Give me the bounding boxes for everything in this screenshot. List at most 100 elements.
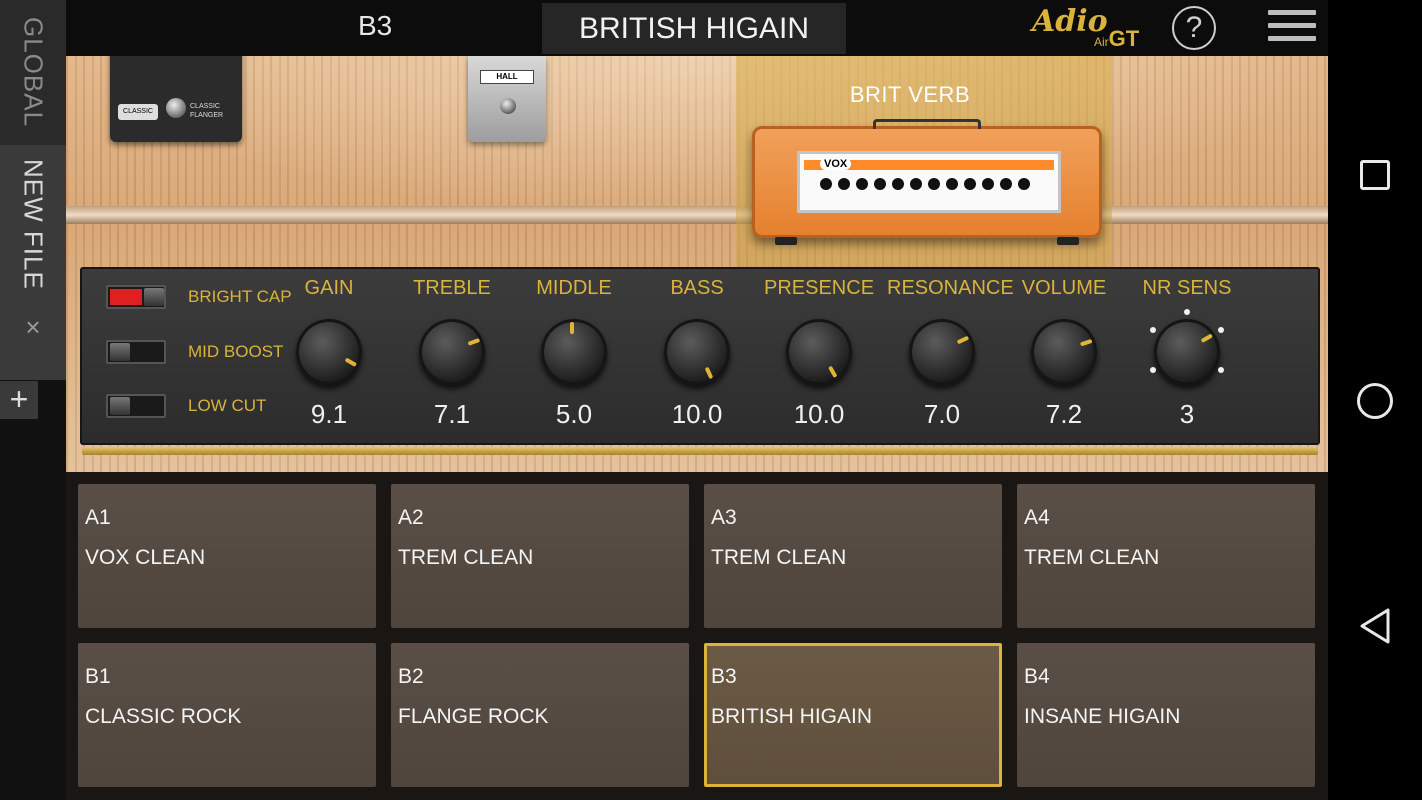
home-icon[interactable]	[1357, 383, 1393, 419]
middle-value: 5.0	[555, 399, 593, 429]
help-button[interactable]: ?	[1172, 6, 1216, 50]
middle-knob[interactable]	[541, 319, 607, 385]
tab-new-file[interactable]: NEW FILE ×	[0, 145, 66, 380]
resonance-label: RESONANCE	[887, 277, 1014, 299]
treble-control: TREBLE 7.1	[397, 273, 507, 441]
preset-id: A1	[85, 506, 111, 529]
preset-name: TREM CLEAN	[1024, 546, 1160, 569]
low-cut-switch[interactable]	[106, 394, 166, 418]
amp-brand: VOX	[820, 158, 852, 170]
nr-step-dot	[1218, 327, 1224, 333]
nr-sens-knob[interactable]	[1154, 319, 1220, 385]
volume-value: 7.2	[1045, 399, 1083, 429]
treble-label: TREBLE	[413, 277, 491, 299]
bass-knob[interactable]	[664, 319, 730, 385]
hall-reverb-pedal[interactable]: HALL	[468, 56, 546, 142]
preset-name: INSANE HIGAIN	[1024, 705, 1181, 728]
volume-control: VOLUME 7.2	[1009, 273, 1119, 441]
amp-control-panel: BRIGHT CAP MID BOOST LOW CUT GAIN 9.1 TR…	[80, 267, 1320, 455]
nr-sens-control: NR SENS 3	[1132, 273, 1242, 441]
side-tab-bar: GLOBAL NEW FILE × +	[0, 0, 66, 800]
preset-name: TREM CLEAN	[711, 546, 847, 569]
preset-name-field[interactable]: BRITISH HIGAIN	[542, 3, 846, 54]
preset-cell-b1[interactable]: B1 CLASSIC ROCK	[78, 643, 376, 787]
preset-cell-a2[interactable]: A2 TREM CLEAN	[391, 484, 689, 628]
preset-id: B1	[85, 665, 111, 688]
nr-step-dot	[1150, 367, 1156, 373]
treble-value: 7.1	[433, 399, 471, 429]
menu-icon[interactable]	[1268, 10, 1316, 50]
logo-air: Air	[1094, 35, 1109, 49]
hall-knob-icon	[500, 98, 516, 114]
preset-id: B3	[711, 665, 737, 688]
presence-value: 10.0	[793, 399, 845, 429]
back-icon[interactable]	[1358, 607, 1392, 645]
presence-control: PRESENCE 10.0	[764, 273, 874, 441]
switch-row-bright-cap: BRIGHT CAP	[106, 285, 292, 309]
presence-knob[interactable]	[786, 319, 852, 385]
preset-cell-b3-selected[interactable]: B3 BRITISH HIGAIN	[704, 643, 1002, 787]
middle-label: MIDDLE	[536, 277, 612, 299]
close-icon[interactable]: ×	[25, 312, 40, 343]
middle-control: MIDDLE 5.0	[519, 273, 629, 441]
bass-control: BASS 10.0	[642, 273, 752, 441]
preset-cell-a4[interactable]: A4 TREM CLEAN	[1017, 484, 1315, 628]
gain-control: GAIN 9.1	[274, 273, 384, 441]
amp-handle	[873, 119, 981, 129]
volume-knob[interactable]	[1031, 319, 1097, 385]
preset-id: B4	[1024, 665, 1050, 688]
amp-faceplate: VOX	[797, 151, 1061, 213]
nr-sens-label: NR SENS	[1142, 277, 1232, 299]
gain-knob[interactable]	[296, 319, 362, 385]
pedal-model-label: CLASSIC FLANGER	[190, 103, 224, 119]
treble-knob[interactable]	[419, 319, 485, 385]
bright-cap-switch[interactable]	[106, 285, 166, 309]
nr-step-dot	[1218, 367, 1224, 373]
preset-name: TREM CLEAN	[398, 546, 534, 569]
preset-cell-a3[interactable]: A3 TREM CLEAN	[704, 484, 1002, 628]
preset-id: A4	[1024, 506, 1050, 529]
preset-cell-a1[interactable]: A1 VOX CLEAN	[78, 484, 376, 628]
nr-step-dot	[1184, 309, 1190, 315]
presence-label: PRESENCE	[764, 277, 875, 299]
logo-gt: GT	[1108, 26, 1140, 51]
nr-sens-value: 3	[1179, 399, 1195, 429]
logo-airgt: AirGT	[1094, 26, 1139, 52]
bass-value: 10.0	[671, 399, 723, 429]
switch-row-mid-boost: MID BOOST	[106, 340, 283, 364]
tab-global[interactable]: GLOBAL	[0, 0, 66, 145]
current-slot: B3	[358, 10, 393, 41]
resonance-knob[interactable]	[909, 319, 975, 385]
pedal-switch-label: CLASSIC	[118, 104, 158, 120]
resonance-value: 7.0	[923, 399, 961, 429]
gain-label: GAIN	[304, 277, 354, 299]
resonance-control: RESONANCE 7.0	[887, 273, 1014, 441]
preset-cell-b2[interactable]: B2 FLANGE ROCK	[391, 643, 689, 787]
pedal-rail	[66, 206, 1328, 224]
nr-step-dot	[1150, 327, 1156, 333]
app-logo: Adio AirGT	[1032, 4, 1152, 54]
add-tab-button[interactable]: +	[0, 381, 38, 419]
preset-id: A3	[711, 506, 737, 529]
preset-grid: A1 VOX CLEAN A2 TREM CLEAN A3 TREM CLEAN…	[66, 472, 1328, 800]
gain-value: 9.1	[310, 399, 348, 429]
recent-apps-icon[interactable]	[1360, 160, 1390, 190]
mid-boost-label: MID BOOST	[188, 342, 284, 361]
top-bar: B3 BRITISH HIGAIN Adio AirGT ?	[66, 0, 1328, 56]
system-nav-bar	[1328, 0, 1422, 800]
hall-label: HALL	[480, 70, 534, 84]
preset-id: B2	[398, 665, 424, 688]
preset-name: VOX CLEAN	[85, 546, 206, 569]
switch-row-low-cut: LOW CUT	[106, 394, 266, 418]
flanger-pedal[interactable]: CLASSIC CLASSIC FLANGER	[110, 56, 242, 142]
amp-model-title: BRIT VERB	[849, 82, 971, 107]
mid-boost-switch[interactable]	[106, 340, 166, 364]
preset-name: FLANGE ROCK	[398, 705, 549, 728]
volume-label: VOLUME	[1021, 277, 1107, 299]
preset-id: A2	[398, 506, 424, 529]
amp-head[interactable]: VOX	[752, 119, 1102, 245]
tab-global-label: GLOBAL	[18, 17, 49, 128]
preset-name: CLASSIC ROCK	[85, 705, 242, 728]
preset-name: BRITISH HIGAIN	[711, 705, 873, 728]
preset-cell-b4[interactable]: B4 INSANE HIGAIN	[1017, 643, 1315, 787]
